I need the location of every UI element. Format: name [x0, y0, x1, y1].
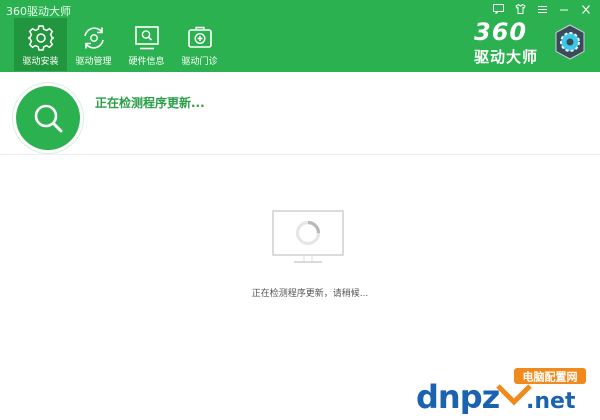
- brand-number: 360: [474, 18, 528, 46]
- main-nav: 驱动安装 驱动管理 硬件信息 驱动门诊: [14, 18, 226, 71]
- svg-text:电脑配置网: 电脑配置网: [523, 370, 578, 384]
- medical-box-icon: [185, 24, 215, 52]
- nav-item-driver-clinic[interactable]: 驱动门诊: [173, 18, 226, 71]
- nav-item-driver-install[interactable]: 驱动安装: [14, 18, 67, 71]
- svg-text:dnpz: dnpz: [416, 378, 500, 414]
- status-panel: [0, 72, 600, 155]
- nav-item-driver-manage[interactable]: 驱动管理: [67, 18, 120, 71]
- monitor-search-icon: [132, 24, 162, 52]
- nav-label: 驱动管理: [75, 57, 112, 67]
- brand-logo: 360 驱动大师: [474, 18, 586, 68]
- app-title: 360驱动大师: [6, 5, 71, 18]
- nav-label: 硬件信息: [128, 57, 165, 67]
- monitor-loading-icon: [272, 210, 344, 264]
- menu-icon[interactable]: [532, 1, 552, 17]
- nav-label: 驱动安装: [22, 57, 59, 67]
- minimize-icon[interactable]: [554, 1, 574, 17]
- svg-text:.net: .net: [526, 389, 576, 414]
- refresh-icon: [79, 24, 109, 52]
- nav-label: 驱动门诊: [181, 57, 218, 67]
- status-headline: 正在检测程序更新...: [95, 96, 205, 110]
- gear-logo-icon: [554, 24, 586, 60]
- nav-item-hardware-info[interactable]: 硬件信息: [120, 18, 173, 71]
- title-bar: 360 驱动大师 驱动安装 驱动管理 硬件信息 驱动门诊 360 驱动大师: [0, 0, 600, 72]
- skin-icon[interactable]: [510, 1, 530, 17]
- window-controls: [488, 1, 596, 17]
- waiting-message: 正在检测程序更新，请稍候...: [251, 289, 369, 299]
- gear-icon: [26, 24, 56, 52]
- brand-name: 驱动大师: [474, 48, 539, 66]
- watermark-logo: 电脑配置网 dnpz .net: [414, 366, 594, 416]
- app-window: 360 驱动大师 驱动安装 驱动管理 硬件信息 驱动门诊 360 驱动大师 正在检…: [0, 0, 600, 420]
- feedback-icon[interactable]: [488, 1, 508, 17]
- search-icon: [16, 86, 80, 150]
- close-icon[interactable]: [576, 1, 596, 17]
